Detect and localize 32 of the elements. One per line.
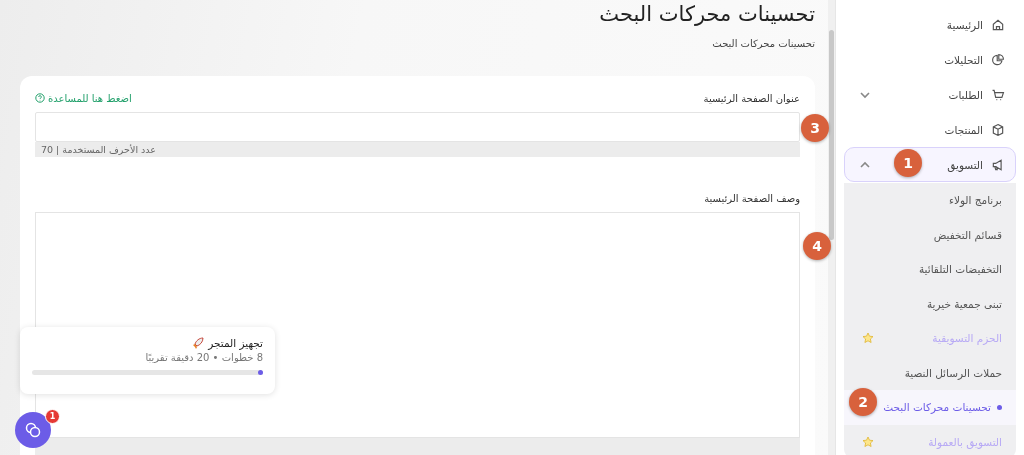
megaphone-icon	[991, 157, 1005, 172]
submenu-item[interactable]: برنامج الولاء	[948, 194, 1002, 207]
submenu-item[interactable]: تحسينات محركات البحث	[883, 401, 1002, 414]
rocket-icon	[192, 337, 205, 349]
title-field[interactable]	[35, 112, 800, 142]
submenu-item[interactable]: قسائم التخفيض	[933, 228, 1002, 241]
submenu-item[interactable]: تبنى جمعية خيرية	[926, 297, 1002, 310]
star-icon	[862, 332, 874, 345]
submenu-item[interactable]: التخفيضات التلقائية	[918, 263, 1002, 276]
cart-icon	[991, 87, 1005, 102]
character-counter: عدد الأحرف المستخدمة | 70	[41, 144, 156, 155]
star-icon	[862, 435, 874, 448]
active-dot	[997, 404, 1002, 410]
chat-icon	[24, 421, 42, 439]
field-label: وصف الصفحة الرئيسية	[704, 192, 800, 204]
field-label: عنوان الصفحة الرئيسية	[703, 92, 800, 104]
page-title: تحسينات محركات البحث	[598, 1, 815, 27]
sidebar-item[interactable]: المنتجات	[844, 112, 1016, 147]
pie-chart-icon	[991, 52, 1005, 67]
breadcrumb: تحسينات محركات البحث	[711, 38, 815, 49]
setup-title: تجهيز المتجر	[208, 337, 263, 349]
sidebar-item[interactable]: التحليلات	[844, 42, 1016, 77]
scrollbar[interactable]	[829, 30, 834, 240]
description-field[interactable]	[35, 212, 800, 438]
sidebar-item[interactable]: الرئيسية	[844, 7, 1016, 42]
setup-subtitle: 8 خطوات • 20 دقيقة تقريبًا	[144, 352, 263, 363]
submenu-item[interactable]: حملات الرسائل النصية	[904, 366, 1002, 379]
help-icon	[35, 93, 45, 103]
sidebar-item[interactable]: الطلبات	[844, 77, 1016, 112]
home-icon	[991, 17, 1005, 32]
box-icon	[991, 122, 1005, 137]
help-link[interactable]: اضغط هنا للمساعدة	[35, 92, 132, 104]
